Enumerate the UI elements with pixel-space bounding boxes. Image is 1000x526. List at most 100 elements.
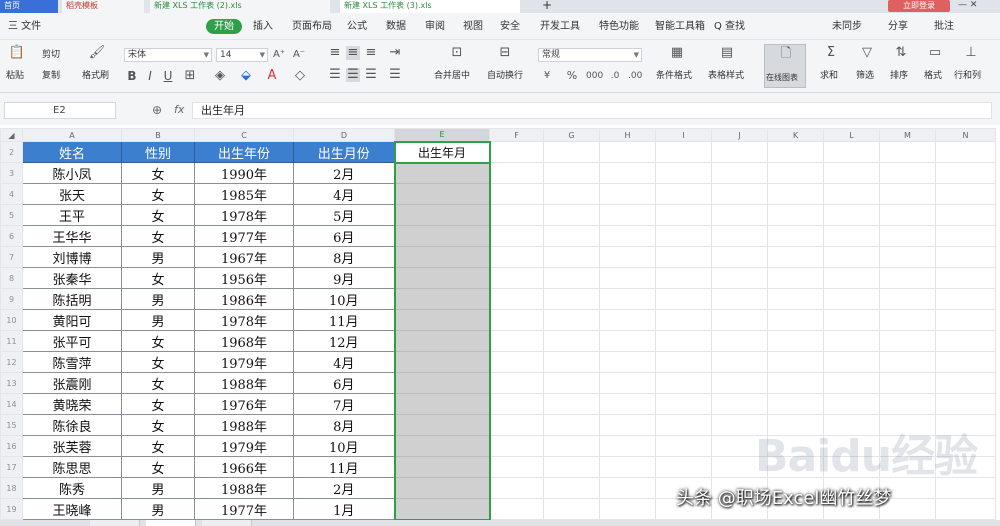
selected-range-cell[interactable] <box>393 183 491 205</box>
row-header[interactable]: 7 <box>0 246 23 268</box>
menu-insert[interactable]: 插入 <box>253 20 273 33</box>
empty-cell[interactable] <box>543 288 600 310</box>
cell-gender[interactable]: 男 <box>121 477 195 499</box>
tab-home[interactable]: 首页 <box>0 0 58 13</box>
sum-button[interactable]: 求和 <box>820 71 838 82</box>
empty-cell[interactable] <box>599 204 656 226</box>
row-header[interactable]: 12 <box>0 351 23 373</box>
paste-icon[interactable]: 📋 <box>8 46 26 60</box>
bold-button[interactable]: B <box>126 69 138 83</box>
cut-button[interactable]: 剪切 <box>42 50 60 61</box>
empty-cell[interactable] <box>935 204 996 226</box>
cell-name[interactable]: 陈秀 <box>22 477 122 499</box>
empty-cell[interactable] <box>767 204 824 226</box>
empty-cell[interactable] <box>655 456 712 478</box>
empty-cell[interactable] <box>655 162 712 184</box>
column-header-g[interactable]: G <box>543 128 600 142</box>
font-grow-icon[interactable]: A⁺ <box>272 48 286 62</box>
row-header[interactable]: 19 <box>0 498 23 520</box>
cell-year[interactable]: 1966年 <box>194 456 294 478</box>
empty-cell[interactable] <box>599 456 656 478</box>
empty-cell[interactable] <box>655 246 712 268</box>
empty-cell[interactable] <box>935 372 996 394</box>
cell-month[interactable]: 8月 <box>293 414 395 436</box>
align-bottom-icon[interactable]: ≡ <box>364 46 378 60</box>
justify-icon[interactable]: ☰ <box>388 68 402 82</box>
empty-cell[interactable] <box>711 372 768 394</box>
row-col-button[interactable]: 行和列 <box>954 71 981 82</box>
empty-cell[interactable] <box>823 246 880 268</box>
empty-cell[interactable] <box>935 267 996 289</box>
row-header[interactable]: 10 <box>0 309 23 331</box>
empty-cell[interactable] <box>823 351 880 373</box>
empty-cell[interactable] <box>767 372 824 394</box>
empty-cell[interactable] <box>599 372 656 394</box>
cell-name[interactable]: 张秦华 <box>22 267 122 289</box>
empty-cell[interactable] <box>767 246 824 268</box>
empty-cell[interactable] <box>711 330 768 352</box>
row-col-icon[interactable]: ⊥ <box>962 46 980 60</box>
empty-cell[interactable] <box>711 225 768 247</box>
cell-name[interactable]: 陈徐良 <box>22 414 122 436</box>
row-header[interactable]: 5 <box>0 204 23 226</box>
merge-center-button[interactable]: 合并居中 <box>434 71 470 82</box>
menu-formula[interactable]: 公式 <box>347 20 367 33</box>
empty-cell[interactable] <box>879 141 936 163</box>
cell-name[interactable]: 刘博博 <box>22 246 122 268</box>
empty-cell[interactable] <box>489 162 544 184</box>
menu-features[interactable]: 特色功能 <box>599 20 639 33</box>
sum-icon[interactable]: Σ <box>822 46 840 60</box>
empty-cell[interactable] <box>935 309 996 331</box>
selected-range-cell[interactable] <box>393 309 491 331</box>
tab-template[interactable]: 稻壳模板 <box>62 0 144 13</box>
sync-status[interactable]: 未同步 <box>832 20 862 33</box>
cell-year[interactable]: 1979年 <box>194 351 294 373</box>
merge-icon[interactable]: ⊡ <box>448 46 466 60</box>
empty-cell[interactable] <box>935 288 996 310</box>
empty-cell[interactable] <box>879 162 936 184</box>
cell-gender[interactable]: 女 <box>121 330 195 352</box>
column-header-k[interactable]: K <box>767 128 824 142</box>
percent-icon[interactable]: % <box>566 69 578 83</box>
cell-month[interactable]: 5月 <box>293 204 395 226</box>
empty-cell[interactable] <box>655 372 712 394</box>
cell-year[interactable]: 1988年 <box>194 477 294 499</box>
empty-cell[interactable] <box>655 435 712 457</box>
row-header[interactable]: 6 <box>0 225 23 247</box>
column-header-h[interactable]: H <box>599 128 656 142</box>
empty-cell[interactable] <box>599 351 656 373</box>
cell-year[interactable]: 1978年 <box>194 309 294 331</box>
cell-month[interactable]: 11月 <box>293 309 395 331</box>
menu-file[interactable]: 三 文件 <box>8 20 41 33</box>
cell-month[interactable]: 6月 <box>293 225 395 247</box>
empty-cell[interactable] <box>599 330 656 352</box>
empty-cell[interactable] <box>823 183 880 205</box>
empty-cell[interactable] <box>489 288 544 310</box>
empty-cell[interactable] <box>879 372 936 394</box>
empty-cell[interactable] <box>489 204 544 226</box>
selected-range-cell[interactable] <box>393 267 491 289</box>
empty-cell[interactable] <box>543 330 600 352</box>
empty-cell[interactable] <box>489 141 544 163</box>
empty-cell[interactable] <box>543 267 600 289</box>
border-icon[interactable]: ⊞ <box>182 69 198 83</box>
empty-cell[interactable] <box>543 204 600 226</box>
cell-month[interactable]: 11月 <box>293 456 395 478</box>
empty-cell[interactable] <box>935 183 996 205</box>
empty-cell[interactable] <box>655 288 712 310</box>
format-painter-button[interactable]: 格式刷 <box>82 71 109 82</box>
empty-cell[interactable] <box>767 288 824 310</box>
empty-cell[interactable] <box>489 225 544 247</box>
format-icon[interactable]: ▭ <box>926 46 944 60</box>
cell-gender[interactable]: 女 <box>121 204 195 226</box>
empty-cell[interactable] <box>599 141 656 163</box>
filter-button[interactable]: 筛选 <box>856 71 874 82</box>
align-center-icon[interactable]: ☰ <box>346 68 360 82</box>
empty-cell[interactable] <box>879 204 936 226</box>
font-shrink-icon[interactable]: A⁻ <box>292 48 306 62</box>
cell-year[interactable]: 1956年 <box>194 267 294 289</box>
login-button[interactable]: 立即登录 <box>888 0 950 12</box>
copy-button[interactable]: 复制 <box>42 71 60 82</box>
table-style-button[interactable]: 表格样式 <box>708 71 744 82</box>
selected-range-cell[interactable] <box>393 393 491 415</box>
